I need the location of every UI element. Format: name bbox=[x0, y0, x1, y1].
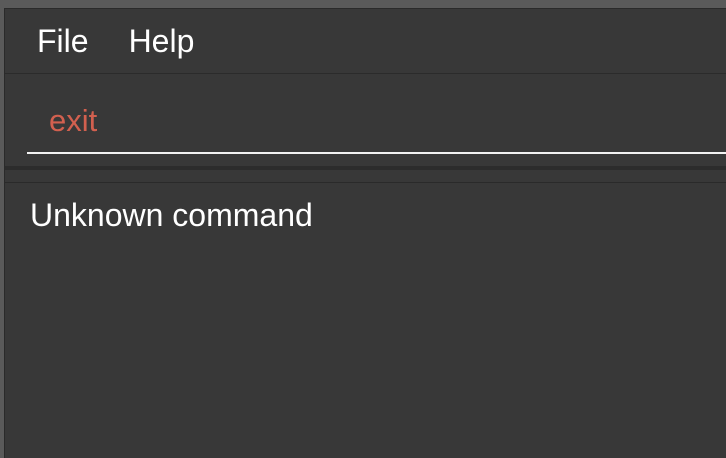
result-display: Unknown command bbox=[5, 182, 726, 458]
result-message: Unknown command bbox=[30, 197, 313, 233]
command-box bbox=[5, 74, 726, 170]
app-window: File Help Unknown command bbox=[4, 8, 726, 458]
menu-help[interactable]: Help bbox=[129, 9, 215, 73]
menu-file[interactable]: File bbox=[5, 9, 129, 73]
command-input[interactable] bbox=[27, 90, 726, 154]
menu-bar: File Help bbox=[5, 9, 726, 74]
